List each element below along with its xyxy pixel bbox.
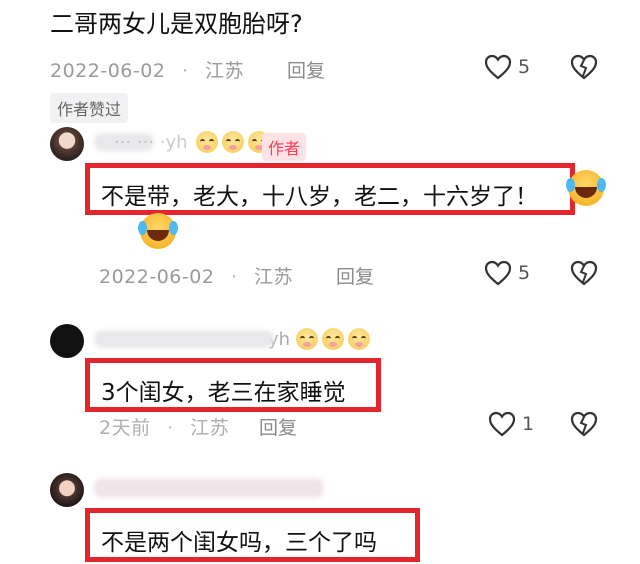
reply-1-like-button[interactable]: 5 bbox=[484, 260, 530, 286]
comment-1-reply-button[interactable]: 回复 bbox=[287, 56, 325, 83]
reply-1-location: 江苏 bbox=[254, 266, 294, 288]
comment-1-text: 二哥两女儿是双胞胎呀? bbox=[50, 10, 303, 38]
comment-1-like-button[interactable]: 5 bbox=[484, 54, 530, 80]
reply-3-text: 不是两个闺女吗，三个了吗 bbox=[101, 530, 377, 556]
reply-1-text: 不是带，老大，十八岁，老二，十六岁了！ bbox=[101, 184, 538, 210]
comment-1-meta: 2022-06-02 · 江苏 bbox=[50, 56, 244, 83]
reply-1-meta: 2022-06-02 · 江苏 bbox=[99, 262, 293, 289]
broken-heart-icon bbox=[570, 411, 598, 437]
meta-separator: · bbox=[181, 60, 189, 82]
comment-1-location: 江苏 bbox=[205, 60, 245, 82]
heart-outline-icon bbox=[488, 411, 516, 437]
reply-2-text: 3个闺女，老三在家睡觉 bbox=[101, 380, 346, 406]
avatar[interactable] bbox=[50, 473, 84, 507]
heart-outline-icon bbox=[484, 260, 512, 286]
reply-2-date: 2天前 bbox=[99, 417, 151, 439]
reply-2-meta: 2天前 · 江苏 bbox=[99, 413, 229, 440]
reply-1-reply-button[interactable]: 回复 bbox=[336, 262, 374, 289]
reply-1-like-count: 5 bbox=[518, 262, 531, 284]
reply-2-highlight: 3个闺女，老三在家睡觉 bbox=[85, 358, 381, 412]
comment-1-dislike-button[interactable] bbox=[570, 54, 598, 84]
reply-1-date: 2022-06-02 bbox=[99, 266, 215, 288]
heart-outline-icon bbox=[484, 54, 512, 80]
comment-1-date: 2022-06-02 bbox=[50, 60, 166, 82]
meta-separator: · bbox=[167, 417, 174, 439]
author-badge: 作者 bbox=[262, 133, 307, 161]
reply-2-username[interactable]: yh bbox=[94, 328, 374, 350]
reply-3-highlight: 不是两个闺女吗，三个了吗 bbox=[85, 508, 420, 562]
author-liked-badge: 作者赞过 bbox=[50, 93, 129, 123]
laughing-tears-emoji bbox=[138, 213, 179, 249]
blush-emoji bbox=[296, 328, 374, 350]
comment-1-like-count: 5 bbox=[518, 56, 531, 78]
broken-heart-icon bbox=[570, 260, 598, 286]
reply-2-like-button[interactable]: 1 bbox=[488, 411, 534, 437]
reply-3-username[interactable] bbox=[94, 478, 324, 502]
reply-1-username-text: ··· ··· ·yh bbox=[114, 131, 188, 153]
laughing-tears-emoji bbox=[566, 170, 606, 206]
reply-2-dislike-button[interactable] bbox=[570, 411, 598, 441]
meta-separator: · bbox=[230, 266, 238, 288]
username-blur bbox=[94, 330, 274, 348]
reply-2-like-count: 1 bbox=[522, 413, 535, 435]
reply-1-username[interactable]: ··· ··· ·yh bbox=[94, 131, 274, 153]
avatar[interactable] bbox=[50, 324, 84, 358]
broken-heart-icon bbox=[570, 54, 598, 80]
reply-2-reply-button[interactable]: 回复 bbox=[259, 413, 297, 440]
username-blur bbox=[94, 478, 324, 498]
avatar[interactable] bbox=[50, 127, 84, 161]
reply-2-location: 江苏 bbox=[190, 417, 230, 439]
reply-1-highlight: 不是带，老大，十八岁，老二，十六岁了！ bbox=[85, 163, 575, 215]
reply-1-dislike-button[interactable] bbox=[570, 260, 598, 290]
